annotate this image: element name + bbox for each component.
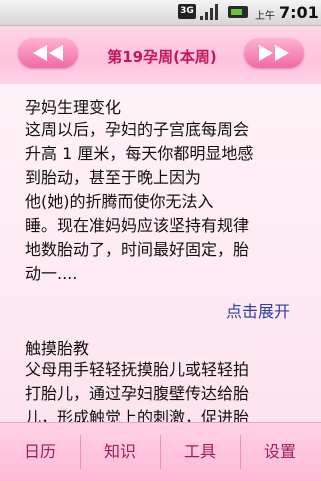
network-type-icon: 3G — [178, 4, 196, 19]
double-arrow-right-icon — [259, 45, 289, 61]
expand-link[interactable]: 点击展开 — [226, 298, 290, 322]
battery-icon — [228, 6, 248, 18]
week-header: 第19孕周(本周) — [0, 26, 321, 84]
bottom-tab-bar: 日历 知识 工具 设置 — [0, 422, 321, 481]
clock-ampm: 上午 — [255, 11, 275, 22]
body-line: 睡。现在准妈妈应该坚持有规律 — [25, 216, 250, 235]
previous-week-button[interactable] — [18, 38, 78, 68]
next-week-button[interactable] — [244, 38, 304, 68]
body-line: 到胎动，甚至于晚上因为 — [25, 168, 202, 187]
tab-settings[interactable]: 设置 — [240, 423, 320, 481]
section-title-touch-education: 触摸胎教 — [25, 339, 90, 358]
body-line: 打胎儿，通过孕妇腹壁传达给胎 — [25, 384, 250, 403]
body-line: 他(她)的折腾而使你无法入 — [25, 192, 214, 211]
signal-strength-icon — [200, 4, 220, 20]
status-bar: 3G 上午 7:01 — [0, 0, 321, 26]
body-line: 父母用手轻轻抚摸胎儿或轻轻拍 — [25, 360, 250, 379]
clock-time: 7:01 — [279, 3, 319, 22]
tab-calendar[interactable]: 日历 — [0, 423, 80, 481]
section-body-physiology: 这周以后，孕妇的子宫底每周会 升高 1 厘米，每天你都明显地感 到胎动，甚至于晚… — [25, 118, 307, 286]
week-title: 第19孕周(本周) — [107, 48, 217, 66]
body-line: 这周以后，孕妇的子宫底每周会 — [25, 120, 250, 139]
section-title-physiology: 孕妈生理变化 — [25, 98, 122, 117]
body-line: 动一.... — [25, 264, 78, 283]
body-line: 地数胎动了，时间最好固定，胎 — [25, 240, 250, 259]
section-body-touch-education: 父母用手轻轻抚摸胎儿或轻轻拍 打胎儿，通过孕妇腹壁传达给胎 儿，形成触觉上的刺激… — [25, 358, 307, 430]
knowledge-content[interactable]: 孕妈生理变化 这周以后，孕妇的子宫底每周会 升高 1 厘米，每天你都明显地感 到… — [0, 84, 321, 427]
tab-knowledge[interactable]: 知识 — [80, 423, 160, 481]
tab-tools[interactable]: 工具 — [160, 423, 240, 481]
body-line: 升高 1 厘米，每天你都明显地感 — [25, 144, 254, 163]
double-arrow-left-icon — [33, 45, 63, 61]
